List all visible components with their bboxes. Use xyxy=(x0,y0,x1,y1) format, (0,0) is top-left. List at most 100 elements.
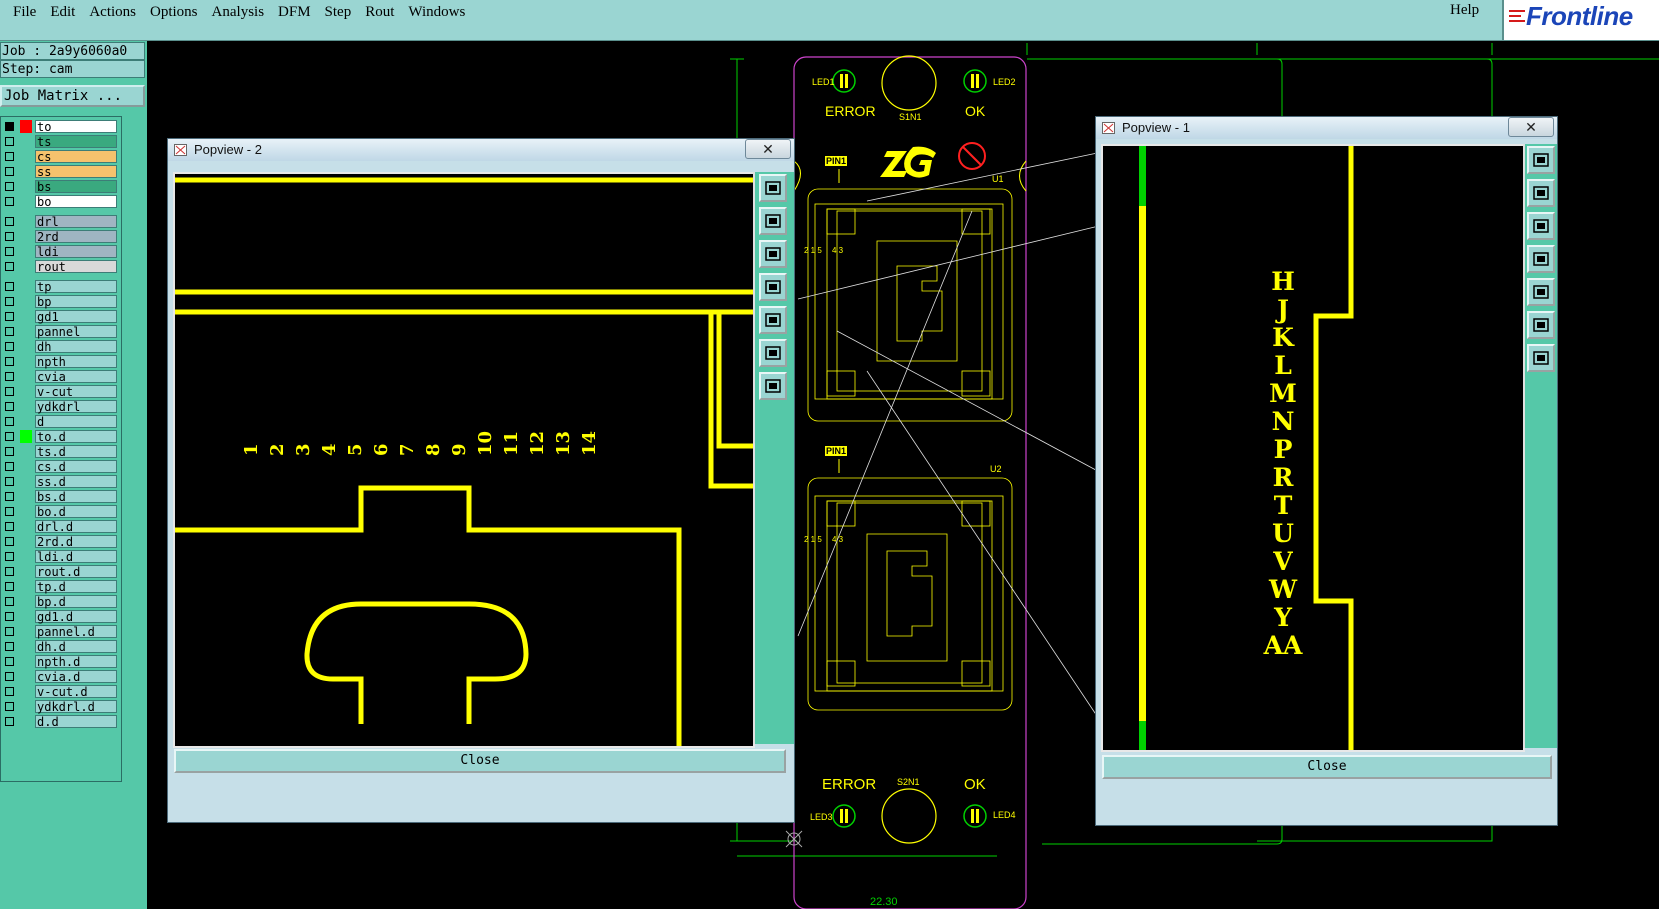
layer-row[interactable]: ts.d xyxy=(1,444,119,459)
layer-checkbox[interactable] xyxy=(5,342,14,351)
layer-row[interactable]: ydkdrl.d xyxy=(1,699,119,714)
pan-left-icon[interactable] xyxy=(759,273,787,301)
layer-row[interactable]: npth xyxy=(1,354,119,369)
layer-row[interactable]: bo.d xyxy=(1,504,119,519)
menu-file[interactable]: File xyxy=(6,2,43,22)
layer-name[interactable]: gd1.d xyxy=(35,610,117,624)
popview-1-close-x-button[interactable]: ✕ xyxy=(1508,117,1554,137)
layer-row[interactable]: ts xyxy=(1,134,119,149)
layer-row[interactable]: v-cut xyxy=(1,384,119,399)
help-menu[interactable]: Help xyxy=(1450,2,1479,19)
layer-row[interactable]: rout xyxy=(1,259,119,274)
layer-checkbox[interactable] xyxy=(5,462,14,471)
layer-row[interactable]: ss xyxy=(1,164,119,179)
layer-row[interactable]: 2rd.d xyxy=(1,534,119,549)
layer-row[interactable]: cvia.d xyxy=(1,669,119,684)
popview-1-titlebar[interactable]: Popview - 1 xyxy=(1096,117,1557,139)
layer-checkbox[interactable] xyxy=(5,657,14,666)
layer-checkbox[interactable] xyxy=(5,612,14,621)
layer-name[interactable]: 2rd xyxy=(35,230,117,244)
layer-checkbox[interactable] xyxy=(5,702,14,711)
layer-name[interactable]: gd1 xyxy=(35,310,117,324)
layer-row[interactable]: bs xyxy=(1,179,119,194)
pan-up-icon[interactable] xyxy=(759,207,787,235)
job-matrix-button[interactable]: Job Matrix ... xyxy=(0,85,145,107)
layer-row[interactable]: bp xyxy=(1,294,119,309)
layer-row[interactable]: tp xyxy=(1,279,119,294)
zoom-out-icon[interactable] xyxy=(1527,344,1555,372)
layer-row[interactable]: to xyxy=(1,119,119,134)
layer-checkbox[interactable] xyxy=(5,627,14,636)
layer-checkbox[interactable] xyxy=(5,262,14,271)
popview-2-close-x-button[interactable]: ✕ xyxy=(745,139,791,159)
pan-right-icon[interactable] xyxy=(1527,278,1555,306)
layer-checkbox[interactable] xyxy=(5,137,14,146)
layer-name[interactable]: v-cut.d xyxy=(35,685,117,699)
layer-row[interactable]: d xyxy=(1,414,119,429)
layer-checkbox[interactable] xyxy=(5,152,14,161)
pan-up-icon[interactable] xyxy=(1527,179,1555,207)
layer-checkbox[interactable] xyxy=(5,167,14,176)
menu-windows[interactable]: Windows xyxy=(401,2,472,22)
layer-row[interactable]: rout.d xyxy=(1,564,119,579)
layer-checkbox[interactable] xyxy=(5,447,14,456)
zoom-out-icon[interactable] xyxy=(759,372,787,400)
layer-name[interactable]: rout xyxy=(35,260,117,274)
layer-checkbox[interactable] xyxy=(5,552,14,561)
layer-checkbox[interactable] xyxy=(5,477,14,486)
layer-checkbox[interactable] xyxy=(5,567,14,576)
layer-row[interactable]: cvia xyxy=(1,369,119,384)
pan-down-icon[interactable] xyxy=(759,240,787,268)
menu-dfm[interactable]: DFM xyxy=(271,2,318,22)
layer-name[interactable]: cvia.d xyxy=(35,670,117,684)
layer-checkbox[interactable] xyxy=(5,582,14,591)
layer-checkbox[interactable] xyxy=(5,387,14,396)
layer-name[interactable]: ss xyxy=(35,165,117,179)
layer-name[interactable]: ts.d xyxy=(35,445,117,459)
layer-checkbox[interactable] xyxy=(5,327,14,336)
layer-row[interactable]: pannel.d xyxy=(1,624,119,639)
layer-name[interactable]: cs.d xyxy=(35,460,117,474)
layer-name[interactable]: ydkdrl.d xyxy=(35,700,117,714)
layer-row[interactable]: gd1 xyxy=(1,309,119,324)
pan-left-icon[interactable] xyxy=(1527,245,1555,273)
layer-checkbox[interactable] xyxy=(5,507,14,516)
popview-2-titlebar[interactable]: Popview - 2 xyxy=(168,139,794,161)
layer-row[interactable]: dh.d xyxy=(1,639,119,654)
layer-row[interactable]: dh xyxy=(1,339,119,354)
layer-checkbox[interactable] xyxy=(5,522,14,531)
layer-checkbox[interactable] xyxy=(5,492,14,501)
layer-row[interactable]: ldi xyxy=(1,244,119,259)
layer-row[interactable]: npth.d xyxy=(1,654,119,669)
layer-row[interactable]: d.d xyxy=(1,714,119,729)
layer-name[interactable]: ts xyxy=(35,135,117,149)
layer-checkbox[interactable] xyxy=(5,197,14,206)
layer-checkbox[interactable] xyxy=(5,672,14,681)
layer-row[interactable]: bs.d xyxy=(1,489,119,504)
layer-name[interactable]: tp.d xyxy=(35,580,117,594)
layer-name[interactable]: bp xyxy=(35,295,117,309)
layer-checkbox[interactable] xyxy=(5,642,14,651)
pan-down-icon[interactable] xyxy=(1527,212,1555,240)
layer-name[interactable]: bp.d xyxy=(35,595,117,609)
layer-checkbox[interactable] xyxy=(5,122,14,131)
zoom-window-icon[interactable] xyxy=(1527,146,1555,174)
layer-row[interactable]: ss.d xyxy=(1,474,119,489)
menu-options[interactable]: Options xyxy=(143,2,205,22)
popview-1-close-button[interactable]: Close xyxy=(1102,755,1552,779)
layer-checkbox[interactable] xyxy=(5,717,14,726)
layer-checkbox[interactable] xyxy=(5,687,14,696)
menu-actions[interactable]: Actions xyxy=(82,2,143,22)
layer-row[interactable]: 2rd xyxy=(1,229,119,244)
layer-checkbox[interactable] xyxy=(5,357,14,366)
layer-name[interactable]: to xyxy=(35,120,117,134)
zoom-window-icon[interactable] xyxy=(759,174,787,202)
layer-name[interactable]: v-cut xyxy=(35,385,117,399)
layer-name[interactable]: cvia xyxy=(35,370,117,384)
layer-checkbox[interactable] xyxy=(5,282,14,291)
layer-name[interactable]: ydkdrl xyxy=(35,400,117,414)
layer-row[interactable]: pannel xyxy=(1,324,119,339)
layer-row[interactable]: v-cut.d xyxy=(1,684,119,699)
layer-name[interactable]: ss.d xyxy=(35,475,117,489)
layer-name[interactable]: npth xyxy=(35,355,117,369)
